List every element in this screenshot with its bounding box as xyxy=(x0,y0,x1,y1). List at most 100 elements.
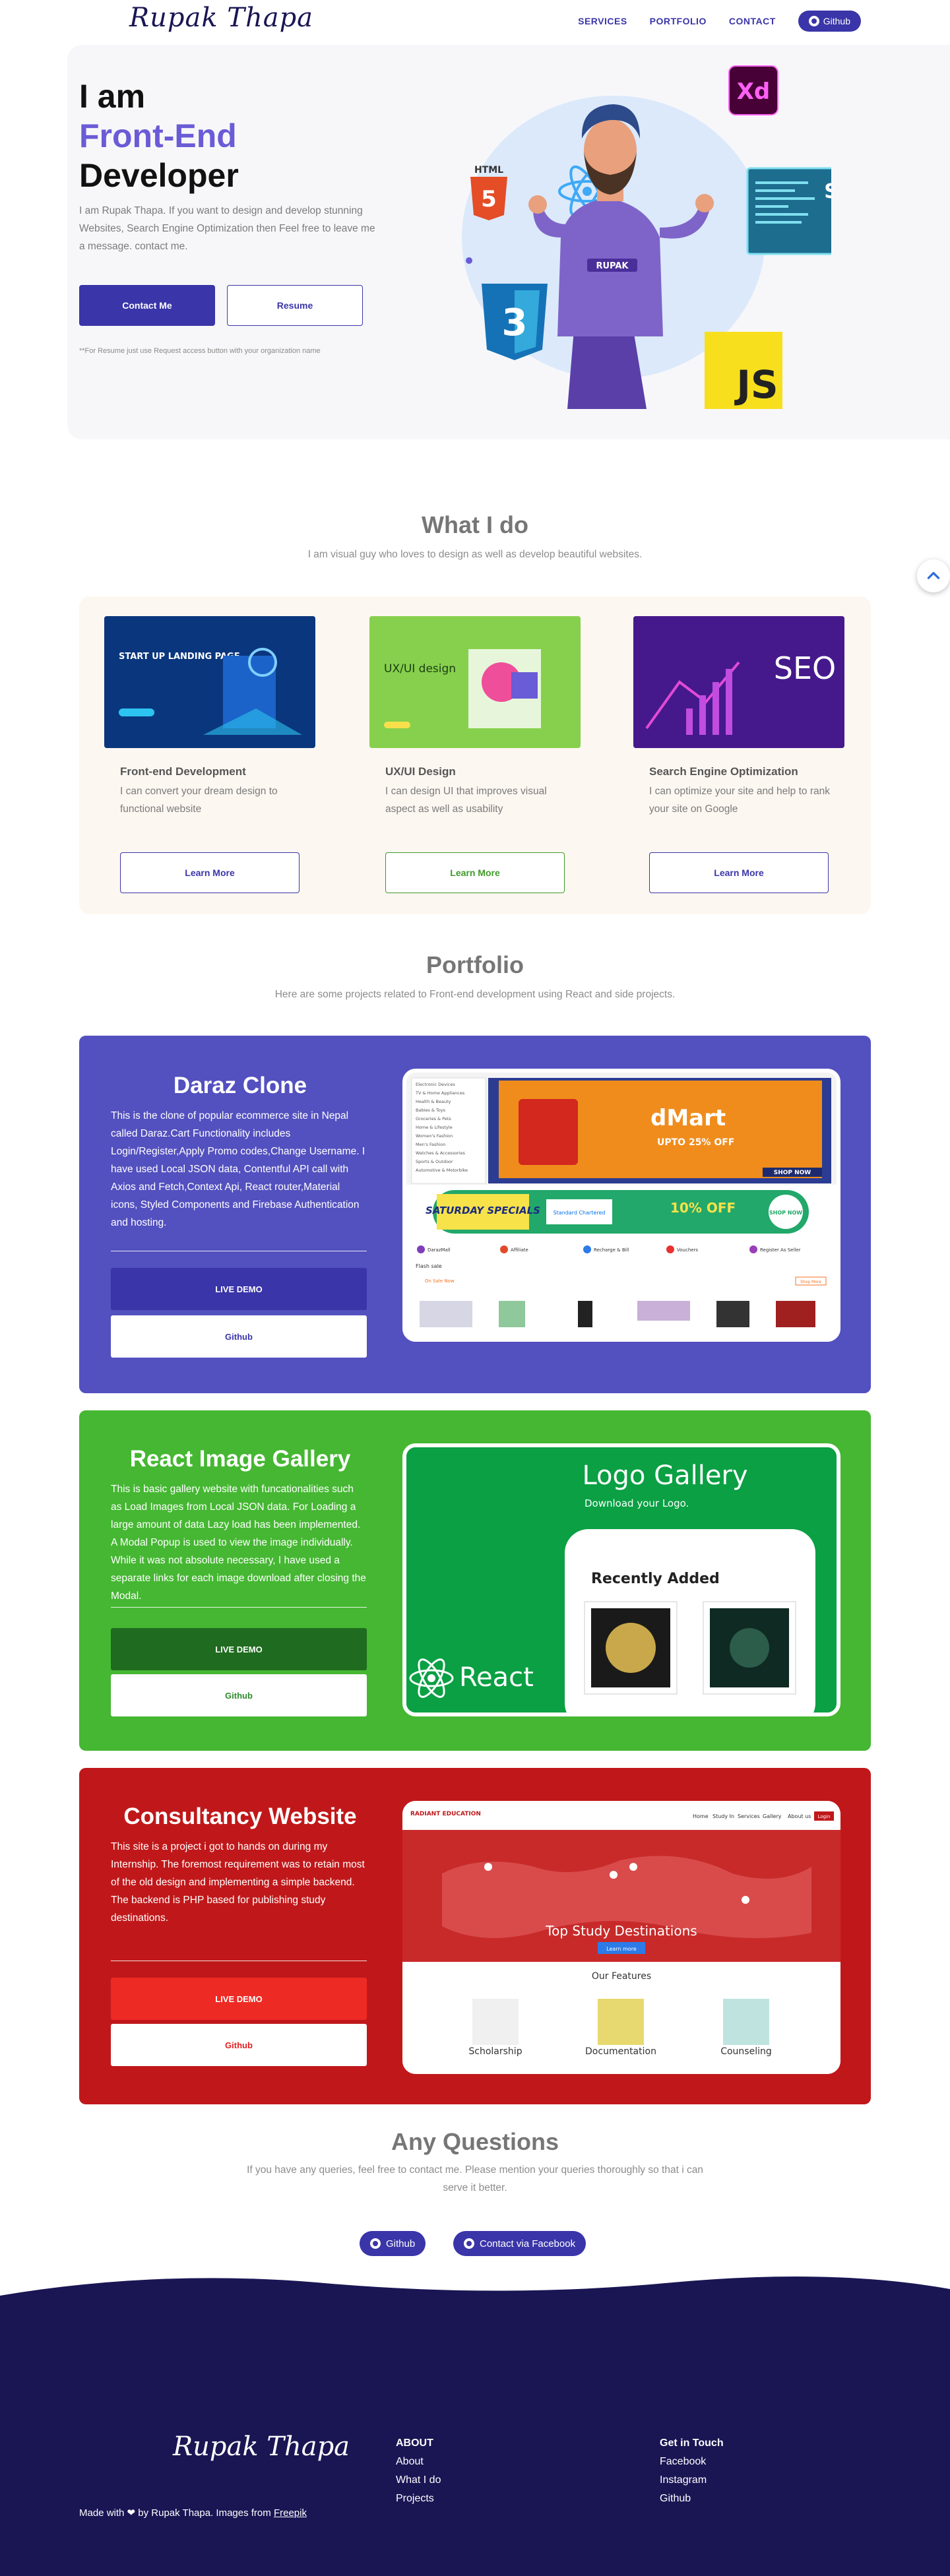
services-panel: START UP LANDING PAGE Front-end Developm… xyxy=(79,596,871,914)
footer-about-heading: ABOUT xyxy=(396,2437,433,2449)
consultancy-features: Our Features xyxy=(592,1971,651,1982)
what-i-do-title: What I do xyxy=(422,511,528,538)
questions-title: Any Questions xyxy=(391,2128,559,2155)
gallery-subheading: Download your Logo. xyxy=(585,1497,689,1509)
footer-link-facebook[interactable]: Facebook xyxy=(660,2453,724,2471)
footer-link-github[interactable]: Github xyxy=(660,2490,724,2508)
nav-link-services[interactable]: SERVICES xyxy=(578,16,627,26)
project-github-button[interactable]: Github xyxy=(111,1674,367,1716)
github-icon xyxy=(370,2238,381,2249)
project-title: Consultancy Website xyxy=(123,1804,357,1829)
contact-facebook-button[interactable]: Contact via Facebook xyxy=(453,2231,586,2256)
service-description: I can optimize your site and help to ran… xyxy=(649,786,830,815)
service-image-text: SEO xyxy=(774,650,836,686)
svg-text:Electronic Devices: Electronic Devices xyxy=(416,1082,455,1087)
learn-more-uxui-button[interactable]: Learn More xyxy=(385,852,565,893)
project-description: This is the clone of popular ecommerce s… xyxy=(111,1110,365,1228)
svg-text:DarazMall: DarazMall xyxy=(428,1247,451,1253)
svg-text:Counseling: Counseling xyxy=(720,2046,772,2057)
footer-link-what-i-do[interactable]: What I do xyxy=(396,2471,441,2490)
live-demo-button[interactable]: LIVE DEMO xyxy=(111,1268,367,1310)
contact-me-button[interactable]: Contact Me xyxy=(79,285,215,326)
svg-text:Sports & Outdoor: Sports & Outdoor xyxy=(416,1159,453,1164)
svg-text:About us: About us xyxy=(788,1813,811,1819)
footer-logo[interactable]: Rupak Thapa xyxy=(173,2432,350,2462)
react-label: React xyxy=(459,1662,534,1693)
gallery-card-title: Recently Added xyxy=(591,1571,720,1587)
service-image-text: START UP LANDING PAGE xyxy=(119,652,240,662)
nav-link-contact[interactable]: CONTACT xyxy=(729,16,776,26)
svg-text:Babies & Toys: Babies & Toys xyxy=(416,1108,446,1113)
svg-text:Shop More: Shop More xyxy=(800,1280,821,1284)
hero-title-line1: I am xyxy=(79,78,146,115)
service-card-frontend: START UP LANDING PAGE Front-end Developm… xyxy=(104,616,315,893)
daraz-banner-sub: UPTO 25% OFF xyxy=(657,1137,734,1148)
service-image-frontend: START UP LANDING PAGE xyxy=(104,616,315,748)
svg-text:Gallery: Gallery xyxy=(763,1813,782,1819)
footer-link-instagram[interactable]: Instagram xyxy=(660,2471,724,2490)
svg-text:On Sale Now: On Sale Now xyxy=(425,1278,455,1284)
svg-text:Standard Chartered: Standard Chartered xyxy=(554,1210,606,1216)
svg-text:Study In: Study In xyxy=(712,1813,734,1819)
portfolio-title: Portfolio xyxy=(426,951,524,978)
footer-freepik-link[interactable]: Freepik xyxy=(274,2507,307,2519)
live-demo-button[interactable]: LIVE DEMO xyxy=(111,1978,367,2020)
svg-text:SHOP NOW: SHOP NOW xyxy=(769,1210,802,1216)
shirt-label: RUPAK xyxy=(596,261,629,271)
svg-text:Automotive & Motorbike: Automotive & Motorbike xyxy=(416,1168,468,1173)
project-github-button[interactable]: Github xyxy=(111,2024,367,2066)
service-description: I can design UI that improves visual asp… xyxy=(385,786,547,815)
nav-github-button[interactable]: Github xyxy=(798,11,861,32)
project-title: React Image Gallery xyxy=(129,1446,351,1472)
nav-links: SERVICES PORTFOLIO CONTACT Github xyxy=(578,11,861,32)
xd-badge: Xd xyxy=(728,65,778,115)
chevron-up-icon xyxy=(927,572,940,579)
svg-text:Scholarship: Scholarship xyxy=(468,2046,522,2057)
project-screenshot-consultancy: RADIANT EDUCATION Home Study In Services… xyxy=(402,1801,840,2074)
live-demo-button[interactable]: LIVE DEMO xyxy=(111,1628,367,1670)
project-card-consultancy: Consultancy Website This site is a proje… xyxy=(79,1768,871,2104)
hero-title-line3: Developer xyxy=(79,157,239,194)
html5-badge: HTML 5 xyxy=(470,165,507,220)
learn-more-seo-button[interactable]: Learn More xyxy=(649,852,829,893)
svg-text:Affiliate: Affiliate xyxy=(511,1247,528,1253)
contact-facebook-label: Contact via Facebook xyxy=(480,2238,576,2249)
svg-text:Watches & Accessories: Watches & Accessories xyxy=(416,1150,466,1156)
html-badge-number: 5 xyxy=(481,186,497,212)
footer-touch-column: Get in Touch Facebook Instagram Github xyxy=(660,2434,724,2508)
site-logo[interactable]: Rupak Thapa xyxy=(129,3,313,33)
js-badge: JS xyxy=(705,332,782,409)
svg-text:3: 3 xyxy=(502,301,528,344)
consultancy-hero-text: Top Study Destinations xyxy=(545,1923,697,1939)
footer-link-projects[interactable]: Projects xyxy=(396,2490,441,2508)
questions-github-button[interactable]: Github xyxy=(360,2231,426,2256)
resume-button[interactable]: Resume xyxy=(227,285,363,326)
project-screenshot-daraz: Electronic Devices TV & Home Appliances … xyxy=(402,1069,840,1342)
svg-text:Recharge & Bill: Recharge & Bill xyxy=(594,1247,629,1253)
questions-github-label: Github xyxy=(386,2238,416,2249)
footer-link-about[interactable]: About xyxy=(396,2453,441,2471)
svg-text:Men's Fashion: Men's Fashion xyxy=(416,1142,446,1147)
js-badge-label: JS xyxy=(734,362,778,407)
nav-github-label: Github xyxy=(823,16,850,26)
top-nav: Rupak Thapa SERVICES PORTFOLIO CONTACT G… xyxy=(0,0,950,42)
what-i-do-subtitle: I am visual guy who loves to design as w… xyxy=(307,549,643,560)
svg-text:Documentation: Documentation xyxy=(585,2046,656,2057)
project-github-button[interactable]: Github xyxy=(111,1315,367,1358)
daraz-banner-title: dMart xyxy=(650,1105,726,1131)
hero-description: I am Rupak Thapa. If you want to design … xyxy=(79,205,375,252)
html-badge-label: HTML xyxy=(474,165,503,175)
seo-badge-label: SEO xyxy=(824,180,831,203)
svg-text:Services: Services xyxy=(738,1813,760,1819)
service-image-text: UX/UI design xyxy=(384,662,456,675)
svg-text:Home: Home xyxy=(693,1813,709,1819)
scroll-to-top-button[interactable] xyxy=(917,559,950,592)
footer-about-column: ABOUT About What I do Projects xyxy=(396,2434,441,2508)
svg-text:Home & Lifestyle: Home & Lifestyle xyxy=(416,1125,453,1130)
hero-title-accent: Front-End xyxy=(79,117,237,154)
github-icon xyxy=(464,2238,474,2249)
nav-link-portfolio[interactable]: PORTFOLIO xyxy=(650,16,707,26)
service-card-seo: SEO Search Engine Optimization I can opt… xyxy=(633,616,844,893)
learn-more-frontend-button[interactable]: Learn More xyxy=(120,852,300,893)
project-title: Daraz Clone xyxy=(173,1073,307,1098)
